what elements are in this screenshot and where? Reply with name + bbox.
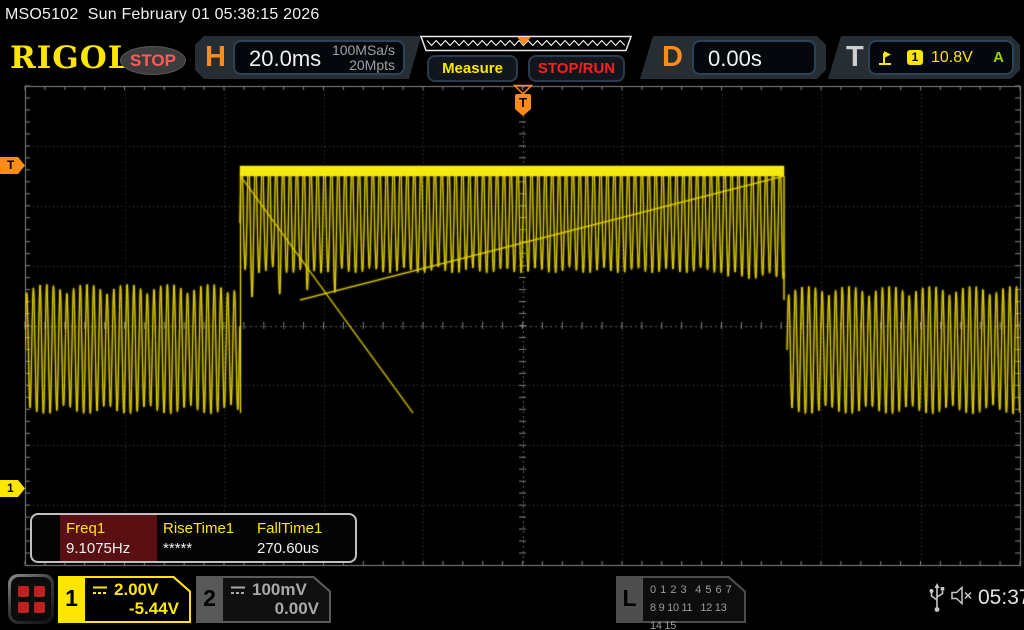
measurement-3-label: FallTime1: [257, 520, 322, 537]
trigger-flag-letter: T: [519, 95, 527, 110]
oscilloscope-screen: MSO5102 Sun February 01 05:38:15 2026 RI…: [0, 0, 1024, 630]
measurement-1-label: Freq1: [66, 520, 105, 537]
trigger-position-marker[interactable]: T: [513, 84, 533, 117]
measurement-2-value: *****: [163, 540, 192, 557]
measurement-1-value: 9.1075Hz: [66, 540, 130, 557]
measurement-panel[interactable]: Freq1 RiseTime1 FallTime1 9.1075Hz *****…: [30, 513, 357, 563]
measurement-3-value: 270.60us: [257, 540, 319, 557]
measurement-2-label: RiseTime1: [163, 520, 234, 537]
trigger-position-outline-icon: [515, 86, 532, 95]
